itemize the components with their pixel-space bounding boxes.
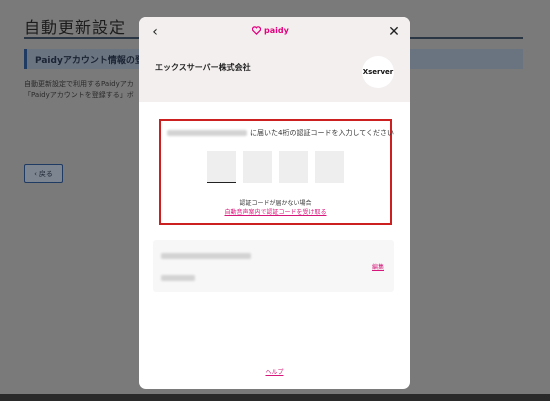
back-arrow-icon[interactable]: ‹ bbox=[147, 24, 163, 40]
account-info-card: 編集 bbox=[153, 240, 394, 292]
merchant-logo: Xserver bbox=[362, 56, 394, 88]
code-not-received-text: 認証コードが届かない場合 bbox=[239, 200, 312, 207]
otp-digit-2[interactable] bbox=[243, 151, 272, 183]
paidy-logo: paidy bbox=[252, 26, 289, 35]
chevron-left-icon: ‹ bbox=[34, 169, 37, 178]
masked-phone bbox=[161, 275, 195, 281]
masked-email bbox=[161, 253, 251, 259]
help-link[interactable]: ヘルプ bbox=[139, 367, 410, 376]
code-prompt: に届いた4桁の認証コードを入力してください bbox=[167, 128, 394, 138]
otp-digit-4[interactable] bbox=[315, 151, 344, 183]
code-prompt-text: に届いた4桁の認証コードを入力してください bbox=[250, 129, 395, 137]
paidy-logo-icon bbox=[252, 26, 261, 35]
edit-link[interactable]: 編集 bbox=[372, 262, 384, 271]
page-footer bbox=[0, 394, 550, 401]
page-title: 自動更新設定 bbox=[24, 18, 127, 37]
description-line-2: 「Paidyアカウントを登録する」ボ bbox=[24, 91, 134, 99]
otp-digit-3[interactable] bbox=[279, 151, 308, 183]
modal-header: ‹ paidy ✕ エックスサーバー株式会社 Xserver bbox=[139, 17, 410, 102]
back-button-label: 戻る bbox=[38, 169, 53, 178]
otp-digit-1[interactable] bbox=[207, 151, 236, 183]
merchant-name: エックスサーバー株式会社 bbox=[155, 63, 251, 72]
paidy-auth-modal: ‹ paidy ✕ エックスサーバー株式会社 Xserver に届いた4桁の認証… bbox=[139, 17, 410, 389]
section-title: Paidyアカウント情報の登録 bbox=[35, 56, 153, 66]
masked-phone-number bbox=[167, 130, 247, 136]
close-icon[interactable]: ✕ bbox=[386, 24, 402, 40]
otp-input-group bbox=[207, 151, 344, 183]
voice-guidance-link[interactable]: 自動音声案内で認証コードを受け取る bbox=[161, 207, 390, 216]
back-button[interactable]: ‹ 戻る bbox=[24, 164, 63, 183]
description-line-1: 自動更新設定で利用するPaidyアカ bbox=[24, 80, 134, 88]
verification-code-section: に届いた4桁の認証コードを入力してください 認証コードが届かない場合 自動音声案… bbox=[159, 119, 394, 225]
paidy-logo-text: paidy bbox=[264, 26, 289, 35]
